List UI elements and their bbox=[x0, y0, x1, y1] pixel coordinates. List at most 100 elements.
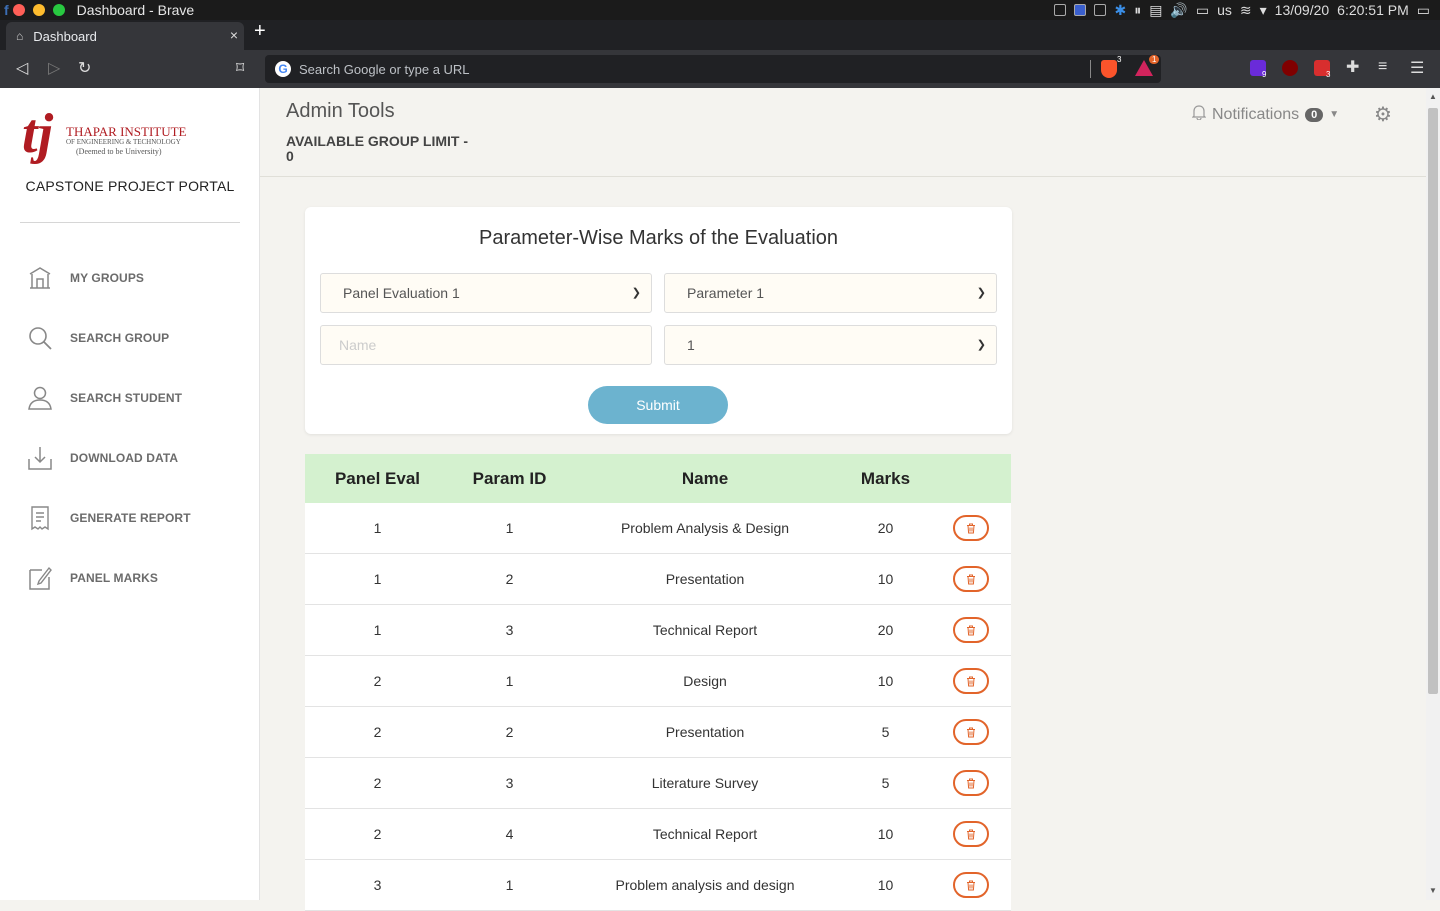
panel-eval-cell: 1 bbox=[373, 622, 382, 638]
reload-icon[interactable]: ↻ bbox=[78, 58, 91, 78]
scroll-down-icon[interactable]: ▼ bbox=[1429, 886, 1437, 895]
marks-cell: 10 bbox=[877, 571, 894, 587]
notifications-dropdown[interactable]: Notifications 0 ▼ bbox=[1191, 104, 1340, 125]
sidebar-nav: MY GROUPS SEARCH GROUP SEARCH STUDENT DO… bbox=[0, 248, 260, 608]
column-header-param-id[interactable]: Param ID bbox=[450, 469, 569, 489]
ublock-icon[interactable] bbox=[1282, 60, 1298, 76]
sidebar-item-panel-marks[interactable]: PANEL MARKS bbox=[0, 548, 260, 608]
trash-icon bbox=[966, 727, 975, 737]
table-row: 2 4 Technical Report 10 bbox=[305, 809, 1011, 860]
delete-button[interactable] bbox=[952, 566, 989, 592]
sidebar-item-label: MY GROUPS bbox=[70, 271, 145, 285]
column-header-marks[interactable]: Marks bbox=[841, 469, 930, 489]
workspace-icon[interactable] bbox=[1094, 4, 1107, 16]
volume-icon[interactable]: 🔊 bbox=[1170, 2, 1187, 19]
parameter-select[interactable]: Parameter 1 ❯ bbox=[664, 273, 997, 313]
wifi-icon[interactable]: ≋ bbox=[1240, 2, 1252, 19]
download-icon bbox=[26, 444, 54, 472]
forward-icon[interactable]: ▷ bbox=[48, 58, 60, 78]
keyboard-layout[interactable]: us bbox=[1217, 2, 1232, 18]
trash-icon bbox=[966, 829, 975, 839]
name-cell: Design bbox=[683, 673, 727, 689]
column-header-panel-eval[interactable]: Panel Eval bbox=[305, 469, 450, 489]
column-header-name[interactable]: Name bbox=[569, 469, 841, 489]
name-placeholder: Name bbox=[339, 337, 377, 353]
date-label: 13/09/20 bbox=[1274, 2, 1330, 18]
sidebar-item-download-data[interactable]: DOWNLOAD DATA bbox=[0, 428, 260, 488]
page-scrollbar[interactable]: ▲ ▼ bbox=[1426, 88, 1440, 900]
workspace-icon[interactable] bbox=[1074, 4, 1087, 16]
page-header: Admin Tools AVAILABLE GROUP LIMIT - 0 No… bbox=[260, 88, 1426, 177]
submit-button[interactable]: Submit bbox=[588, 386, 728, 424]
sidebar-item-search-group[interactable]: SEARCH GROUP bbox=[0, 308, 260, 368]
institute-logo[interactable]: tj THAPAR INSTITUTE OF ENGINEERING & TEC… bbox=[22, 106, 202, 166]
extension-badge: 9 bbox=[1262, 70, 1267, 79]
sidebar-item-my-groups[interactable]: MY GROUPS bbox=[0, 248, 260, 308]
maximize-window-button[interactable] bbox=[52, 4, 65, 16]
screen-icon[interactable]: ▭ bbox=[1417, 2, 1430, 19]
delete-button[interactable] bbox=[952, 770, 989, 796]
clipboard-icon[interactable]: ▤ bbox=[1149, 2, 1162, 19]
delete-button[interactable] bbox=[952, 872, 989, 898]
name-cell: Literature Survey bbox=[651, 775, 759, 791]
delete-button[interactable] bbox=[952, 617, 989, 643]
select-value: 1 bbox=[687, 337, 695, 353]
tab-dashboard[interactable]: ⌂ Dashboard × bbox=[6, 22, 244, 50]
new-tab-button[interactable]: + bbox=[254, 20, 266, 43]
actions-cell bbox=[930, 566, 1011, 592]
address-bar[interactable]: G Search Google or type a URL 3 1 bbox=[265, 55, 1161, 83]
pause-icon[interactable]: ⏸ bbox=[1134, 2, 1141, 19]
table-row: 1 2 Presentation 10 bbox=[305, 554, 1011, 605]
select-value: Parameter 1 bbox=[687, 285, 765, 301]
google-icon: G bbox=[275, 61, 291, 77]
close-window-button[interactable] bbox=[12, 4, 25, 16]
back-icon[interactable]: ◁ bbox=[16, 58, 28, 78]
param-id-cell: 1 bbox=[505, 877, 514, 893]
panel-eval-cell: 2 bbox=[373, 724, 382, 740]
brave-shields-icon[interactable] bbox=[1101, 60, 1117, 78]
close-tab-icon[interactable]: × bbox=[230, 27, 238, 43]
time-label: 6:20:51 PM bbox=[1337, 2, 1409, 18]
workspace-icon[interactable] bbox=[1054, 4, 1067, 16]
receipt-icon bbox=[26, 504, 54, 532]
marks-cell: 5 bbox=[881, 775, 890, 791]
battery-icon[interactable]: ▭ bbox=[1196, 2, 1209, 19]
table-header: Panel Eval Param ID Name Marks bbox=[305, 454, 1011, 503]
sidebar-item-label: SEARCH STUDENT bbox=[70, 391, 183, 405]
actions-cell bbox=[930, 821, 1011, 847]
name-cell: Presentation bbox=[665, 724, 745, 740]
trash-icon bbox=[966, 676, 975, 686]
home-icon: ⌂ bbox=[16, 29, 24, 43]
divider bbox=[20, 222, 240, 223]
table-row: 2 1 Design 10 bbox=[305, 656, 1011, 707]
gear-icon[interactable]: ⚙ bbox=[1374, 102, 1392, 127]
name-input[interactable]: Name bbox=[320, 325, 652, 365]
chevron-down-icon: ▼ bbox=[1329, 109, 1340, 120]
media-queue-icon[interactable]: ≡ bbox=[1378, 58, 1387, 76]
sidebar-item-search-student[interactable]: SEARCH STUDENT bbox=[0, 368, 260, 428]
portal-title: CAPSTONE PROJECT PORTAL bbox=[25, 178, 235, 194]
bookmark-icon[interactable]: ⌑ bbox=[236, 58, 244, 78]
table-body: 1 1 Problem Analysis & Design 20 1 2 Presentat… bbox=[305, 503, 1011, 911]
panel-evaluation-select[interactable]: Panel Evaluation 1 ❯ bbox=[320, 273, 652, 313]
delete-button[interactable] bbox=[952, 821, 989, 847]
bluetooth-icon[interactable]: ✱ bbox=[1114, 2, 1126, 19]
delete-button[interactable] bbox=[952, 719, 989, 745]
notifications-label: Notifications bbox=[1212, 105, 1300, 123]
user-icon bbox=[26, 384, 54, 412]
param-id-cell: 1 bbox=[505, 673, 514, 689]
sidebar-item-generate-report[interactable]: GENERATE REPORT bbox=[0, 488, 260, 548]
param-id-cell: 1 bbox=[505, 520, 514, 536]
marks-select[interactable]: 1 ❯ bbox=[664, 325, 997, 365]
scroll-thumb[interactable] bbox=[1428, 108, 1438, 694]
chevron-down-icon[interactable]: ▾ bbox=[1260, 2, 1267, 19]
chevron-down-icon: ❯ bbox=[631, 287, 641, 299]
actions-cell bbox=[930, 770, 1011, 796]
menu-icon[interactable]: ☰ bbox=[1410, 58, 1424, 78]
minimize-window-button[interactable] bbox=[32, 4, 45, 16]
delete-button[interactable] bbox=[952, 668, 989, 694]
scroll-up-icon[interactable]: ▲ bbox=[1429, 92, 1437, 101]
extensions-puzzle-icon[interactable]: ✚ bbox=[1346, 57, 1359, 77]
window-controls bbox=[12, 4, 65, 16]
delete-button[interactable] bbox=[952, 515, 989, 541]
